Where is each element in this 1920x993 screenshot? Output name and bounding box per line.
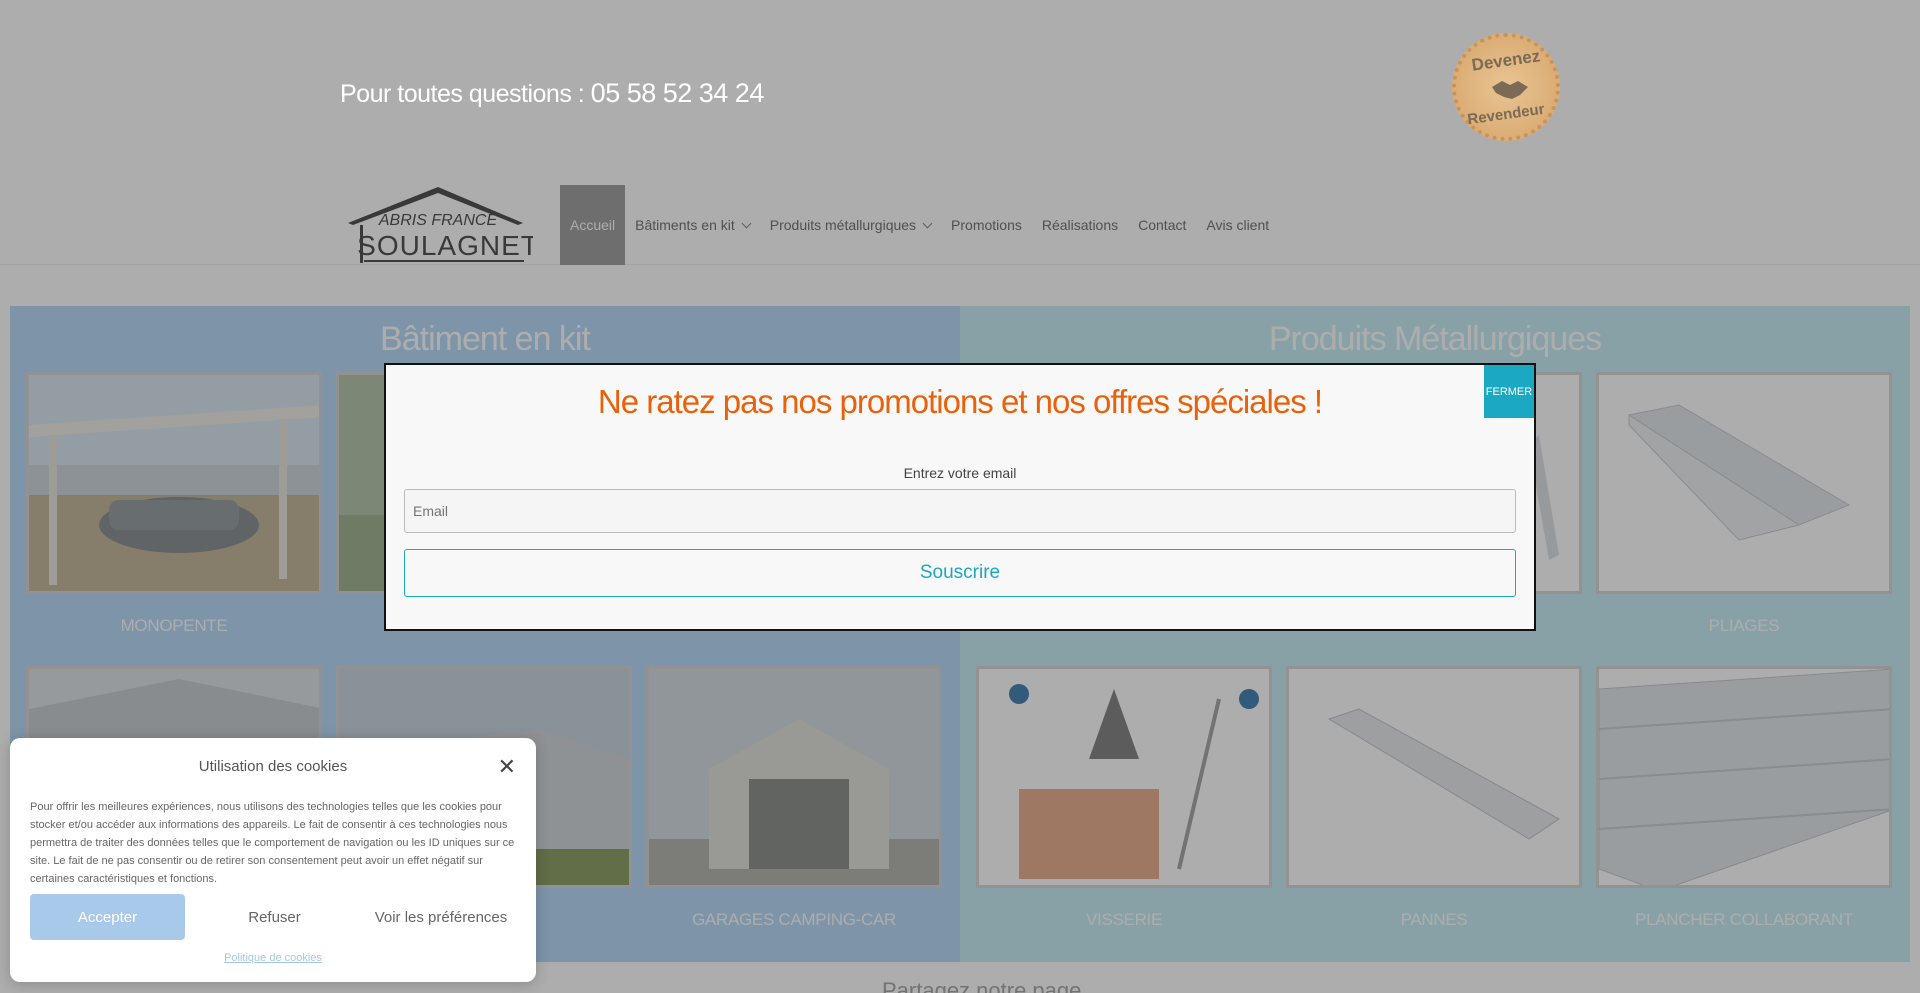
share-heading: Partagez notre page [882,978,1082,993]
menu-item-avis[interactable]: Avis client [1196,185,1279,265]
product-card-pannes[interactable] [1286,666,1582,888]
phone-line: Pour toutes questions : 05 58 52 34 24 [340,78,764,109]
site-logo[interactable]: ABRIS FRANCE SOULAGNET [338,185,533,265]
carport-image [29,375,319,591]
menu-label: Contact [1138,217,1187,233]
menu-item-batiments[interactable]: Bâtiments en kit [625,185,760,265]
section-title-right: Produits Métallurgiques [1268,320,1602,358]
email-label: Entrez votre email [903,465,1017,481]
panne-image [1289,669,1579,885]
handshake-icon [1492,81,1528,99]
product-label: GARAGES CAMPING-CAR [692,910,896,929]
product-label: PANNES [1400,910,1468,929]
logo-line1: ABRIS FRANCE [378,212,498,229]
menu-label: Produits métallurgiques [769,217,917,233]
menu-label: Accueil [570,217,616,233]
pliage-image [1599,375,1889,591]
cookie-title: Utilisation des cookies [198,758,348,775]
email-input[interactable] [404,489,1516,533]
visserie-image [979,669,1269,885]
product-card-monopente[interactable] [26,372,322,594]
seal-top-text: Devenez [1470,46,1542,75]
refuse-cookies-button[interactable]: Refuser [197,894,352,940]
product-label: MONOPENTE [120,616,228,635]
product-card-visserie[interactable] [976,666,1272,888]
revendeur-badge[interactable]: Devenez Revendeur [1452,33,1560,141]
product-card-plancher[interactable] [1596,666,1892,888]
cookie-preferences-button[interactable]: Voir les préférences [365,894,517,940]
top-bar [0,0,1920,185]
newsletter-modal: Ne ratez pas nos promotions et nos offre… [384,363,1536,631]
modal-close-button[interactable]: FERMER [1484,365,1534,418]
menu-label: Réalisations [1041,217,1119,233]
plancher-image [1599,669,1889,885]
menu-item-contact[interactable]: Contact [1128,185,1196,265]
main-menu: Accueil Bâtiments en kit Produits métall… [560,185,1279,265]
chevron-down-icon [922,218,933,228]
menu-label: Bâtiments en kit [635,217,735,233]
modal-title: Ne ratez pas nos promotions et nos offre… [597,383,1323,420]
seal-bottom-text: Revendeur [1466,100,1546,129]
cookie-policy-link[interactable]: Politique de cookies [10,952,536,964]
menu-item-accueil[interactable]: Accueil [560,185,626,265]
product-label: PLANCHER COLLABORANT [1635,910,1853,929]
chevron-down-icon [741,218,752,228]
accept-cookies-button[interactable]: Accepter [30,894,185,940]
logo-line2: SOULAGNET [357,230,533,261]
cookie-body: Pour offrir les meilleures expériences, … [30,801,515,885]
cookie-banner: Utilisation des cookies ✕ Pour offrir le… [10,738,536,982]
garage-image [649,669,939,885]
menu-label: Avis client [1206,217,1270,233]
product-label: VISSERIE [1085,910,1163,929]
menu-item-produits[interactable]: Produits métallurgiques [760,185,941,265]
close-icon[interactable]: ✕ [498,754,516,780]
phone-number[interactable]: 05 58 52 34 24 [591,78,765,108]
product-label: PLIAGES [1708,616,1780,635]
menu-item-promotions[interactable]: Promotions [941,185,1032,265]
product-card-pliages[interactable] [1596,372,1892,594]
menu-label: Promotions [951,217,1022,233]
subscribe-button[interactable]: Souscrire [404,549,1516,597]
product-card-garages-camping-car[interactable] [646,666,942,888]
menu-item-realisations[interactable]: Réalisations [1032,185,1128,265]
phone-prefix: Pour toutes questions : [340,80,591,108]
section-title-left: Bâtiment en kit [380,320,591,358]
